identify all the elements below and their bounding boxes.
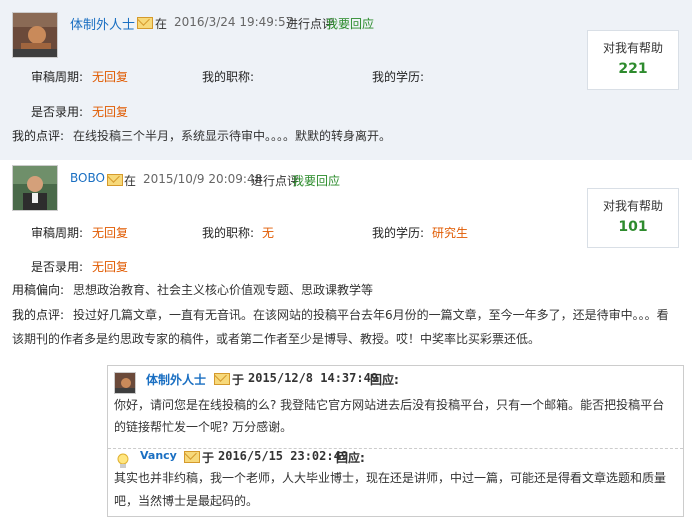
reply-link[interactable]: 我要回应 xyxy=(326,15,374,32)
education-label: 我的学历: xyxy=(372,226,425,240)
review-period-label: 审稿周期: xyxy=(31,70,84,84)
job-title-value: 无 xyxy=(262,226,275,240)
education-value: 研究生 xyxy=(432,226,469,240)
accepted-value: 无回复 xyxy=(92,105,129,119)
on-text: 在 xyxy=(124,174,137,188)
post-username[interactable]: BOBO xyxy=(70,171,105,185)
helpful-count: 221 xyxy=(618,61,648,77)
reply-username[interactable]: 体制外人士 xyxy=(146,371,206,388)
avatar-image-icon xyxy=(13,166,57,210)
helpful-box[interactable]: 对我有帮助 101 xyxy=(587,188,679,248)
avatar-image-icon xyxy=(13,13,57,57)
review-period-value: 无回复 xyxy=(92,226,129,240)
job-title-label: 我的职称: xyxy=(202,70,255,84)
helpful-label: 对我有帮助 xyxy=(602,41,663,55)
comment-label: 我的点评: xyxy=(12,129,65,143)
helpful-count: 101 xyxy=(618,219,648,235)
post-datetime: 2016/3/24 19:49:57 xyxy=(174,15,294,29)
reply-username[interactable]: Vancy xyxy=(140,449,177,462)
helpful-box[interactable]: 对我有帮助 221 xyxy=(587,30,679,90)
user-avatar[interactable] xyxy=(12,165,58,211)
comment-label: 我的点评: xyxy=(12,308,65,322)
nested-reply: Vancy 于 2016/5/15 23:02:49 回应: 其实也并非约稿，我… xyxy=(108,448,683,517)
review-period-value: 无回复 xyxy=(92,70,129,84)
user-avatar[interactable] xyxy=(12,12,58,58)
on-text: 在 xyxy=(155,17,168,31)
accepted-label: 是否录用: xyxy=(31,105,84,119)
helpful-label: 对我有帮助 xyxy=(602,199,663,213)
reply-action: 回应: xyxy=(370,373,399,387)
mail-icon[interactable] xyxy=(184,449,200,463)
accepted-value: 无回复 xyxy=(92,260,129,274)
comment-text-line2: 该期刊的作者多是约思政专家的稿件，或者第二作者至少是博导、教授。哎！中奖率比买彩… xyxy=(12,332,541,346)
mail-icon[interactable] xyxy=(137,15,153,29)
reply-text-line2: 的链接帮忙发一个呢? 万分感谢。 xyxy=(114,420,293,434)
reply-avatar[interactable] xyxy=(114,372,136,394)
reply-thread: 体制外人士 于 2015/12/8 14:37:49 回应: 你好，请问您是在线… xyxy=(107,365,684,517)
review-period-label: 审稿周期: xyxy=(31,226,84,240)
reply-text-line2: 吧，当然博士是最起码的。 xyxy=(114,494,259,508)
job-title-label: 我的职称: xyxy=(202,226,255,240)
reply-text-line1: 你好，请问您是在线投稿的么? 我登陆它官方网站进去后没有投稿平台，只有一个邮箱。… xyxy=(114,398,665,412)
reply-datetime: 2015/12/8 14:37:49 xyxy=(248,371,379,385)
focus-value: 思想政治教育、社会主义核心价值观专题、思政课教学等 xyxy=(73,283,374,297)
reply-link[interactable]: 我要回应 xyxy=(292,172,340,189)
reply-text-line1: 其实也并非约稿，我一个老师，人大毕业博士，现在还是讲师，中过一篇，可能还是得看文… xyxy=(114,471,667,485)
mail-icon[interactable] xyxy=(214,371,230,385)
focus-label: 用稿偏向: xyxy=(12,283,65,297)
post-datetime: 2015/10/9 20:09:48 xyxy=(143,172,263,186)
post-username[interactable]: 体制外人士 xyxy=(70,14,135,33)
reply-datetime: 2016/5/15 23:02:49 xyxy=(218,449,349,463)
avatar-image-icon xyxy=(115,373,135,393)
yu-text: 于 xyxy=(232,373,245,387)
mail-icon[interactable] xyxy=(107,172,123,186)
comment-text-line1: 投过好几篇文章，一直有无音讯。在该网站的投稿平台去年6月份的一篇文章，至今一年多… xyxy=(73,308,669,322)
reply-action: 回应: xyxy=(336,451,365,465)
comment-text: 在线投稿三个半月，系统显示待审中。。。。默默的转身离开。 xyxy=(73,129,392,143)
review-post-1: 体制外人士 在 2016/3/24 19:49:57 进行点评 我要回应 审稿周… xyxy=(0,0,692,160)
education-label: 我的学历: xyxy=(372,70,425,84)
yu-text: 于 xyxy=(202,451,215,465)
accepted-label: 是否录用: xyxy=(31,260,84,274)
